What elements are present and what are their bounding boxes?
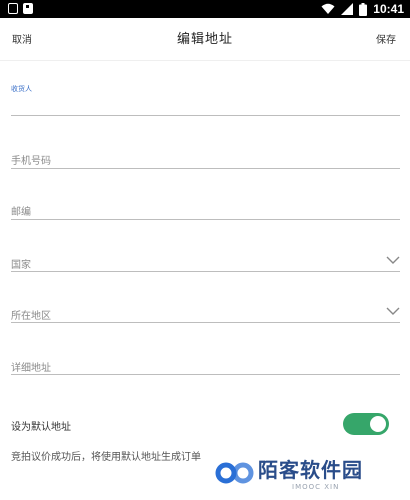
- status-time: 10:41: [373, 2, 404, 16]
- region-label: 所在地区: [11, 311, 51, 322]
- app-header: 取消 编辑地址 保存: [0, 18, 410, 61]
- address-detail-label: 详细地址: [11, 363, 51, 374]
- phone-label: 手机号码: [11, 156, 51, 167]
- notification-square-icon: [8, 3, 18, 14]
- toggle-knob: [370, 416, 386, 432]
- postcode-label: 邮编: [11, 207, 31, 218]
- region-select[interactable]: 所在地区: [11, 300, 400, 323]
- phone-field[interactable]: 手机号码: [11, 145, 400, 169]
- watermark-sub: IMOOC XIN: [292, 483, 340, 491]
- recipient-label: 收货人: [11, 85, 32, 93]
- address-detail-field[interactable]: 详细地址: [11, 352, 400, 375]
- chevron-down-icon: [386, 307, 400, 315]
- watermark-brand: 陌客软件园: [258, 458, 363, 482]
- postcode-field[interactable]: 邮编: [11, 196, 400, 220]
- default-address-toggle[interactable]: [343, 413, 389, 435]
- signal-icon: [341, 3, 354, 15]
- notification-icons: [8, 3, 33, 14]
- recipient-field[interactable]: 收货人: [11, 78, 400, 116]
- watermark-logo-icon: [215, 462, 254, 484]
- chevron-down-icon: [386, 256, 400, 264]
- page-title: 编辑地址: [176, 32, 233, 47]
- default-address-label: 设为默认地址: [11, 422, 71, 433]
- country-select[interactable]: 国家: [11, 249, 400, 272]
- save-button[interactable]: 保存: [376, 31, 396, 46]
- country-label: 国家: [11, 260, 31, 271]
- watermark: 陌客软件园 IMOOC XIN: [214, 454, 396, 494]
- battery-icon: [359, 2, 368, 16]
- image-notification-icon: [23, 3, 33, 14]
- wifi-icon: [321, 3, 335, 14]
- status-bar: 10:41: [0, 0, 410, 18]
- default-address-row: 设为默认地址: [11, 413, 400, 435]
- default-address-note: 竞拍议价成功后，将使用默认地址生成订单: [11, 452, 201, 463]
